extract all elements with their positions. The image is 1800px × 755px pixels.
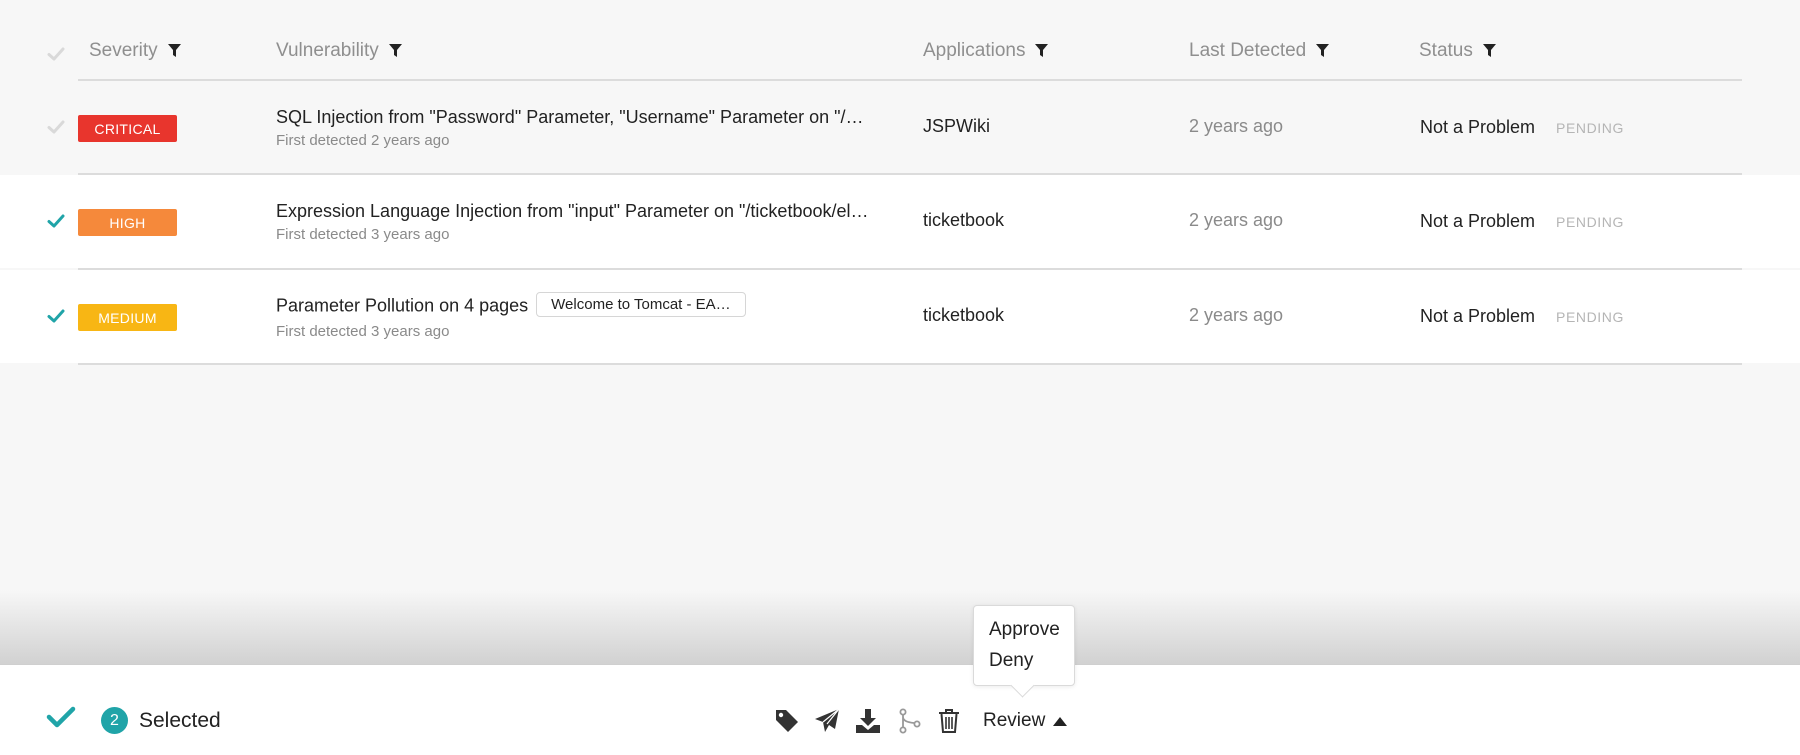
selected-label: Selected [139,709,221,732]
send-button[interactable] [813,707,841,735]
row-checkbox[interactable] [46,306,66,326]
column-last-detected-label: Last Detected [1189,40,1307,61]
status-text: Not a Problem [1420,306,1536,326]
row-divider [78,363,1742,365]
check-icon [47,47,65,61]
selected-count-badge: 2 [101,707,128,734]
last-detected: 2 years ago [1189,116,1284,136]
status-text: Not a Problem [1420,211,1536,231]
review-menu: Approve Deny [973,605,1075,686]
vulnerability-title[interactable]: Parameter Pollution on 4 pages [276,295,528,315]
filter-icon[interactable] [1482,44,1496,58]
tag-icon [776,710,798,732]
pending-label: PENDING [1556,214,1624,230]
bulk-action-bar: 2 Selected Review [0,664,1800,755]
check-icon [47,309,65,323]
last-detected: 2 years ago [1189,305,1284,325]
selected-check[interactable] [46,705,76,734]
column-severity-label: Severity [89,40,158,61]
filter-icon[interactable] [388,44,402,58]
send-icon [815,708,840,732]
vulnerability-subtitle: First detected 3 years ago [276,323,450,340]
column-last-detected[interactable]: Last Detected [1189,40,1330,62]
menu-item-deny[interactable]: Deny [989,650,1033,672]
vulnerability-title[interactable]: SQL Injection from "Password" Parameter,… [276,107,864,128]
check-icon [46,706,76,728]
download-icon [856,709,880,733]
status-text: Not a Problem [1420,117,1536,137]
download-button[interactable] [854,707,882,735]
severity-badge: CRITICAL [78,115,177,142]
delete-button[interactable] [935,707,963,735]
column-severity[interactable]: Severity [89,40,181,62]
vulnerability-title-wrap: Parameter Pollution on 4 pages Welcome to… [276,292,746,319]
review-label: Review [983,710,1046,731]
row-checkbox[interactable] [46,211,66,231]
pending-label: PENDING [1556,120,1624,136]
filter-icon[interactable] [1035,44,1049,58]
caret-up-icon [1053,716,1068,726]
select-all-checkbox[interactable] [46,44,66,64]
tag-button[interactable] [773,707,801,735]
column-applications-label: Applications [923,40,1026,61]
vulnerability-subtitle: First detected 3 years ago [276,226,450,243]
column-status[interactable]: Status [1419,40,1496,62]
application-name[interactable]: JSPWiki [923,116,990,137]
column-vulnerability-label: Vulnerability [276,40,379,61]
check-icon [47,120,65,134]
vulnerability-subtitle: First detected 2 years ago [276,132,450,149]
row-checkbox[interactable] [46,117,66,137]
application-name[interactable]: ticketbook [923,210,1004,231]
check-icon [47,214,65,228]
page-tag[interactable]: Welcome to Tomcat - EA… [536,292,746,317]
severity-badge: MEDIUM [78,304,177,331]
review-dropdown[interactable]: Review [983,710,1068,732]
table-row[interactable]: HIGH Expression Language Injection from … [0,175,1800,268]
merge-icon [899,708,921,734]
merge-button[interactable] [896,707,924,735]
last-detected: 2 years ago [1189,210,1284,230]
footer-shadow [0,590,1800,664]
column-applications[interactable]: Applications [923,40,1049,62]
menu-item-approve[interactable]: Approve [989,619,1060,641]
application-name[interactable]: ticketbook [923,305,1004,326]
table-row[interactable]: MEDIUM Parameter Pollution on 4 pages Wel… [0,270,1800,363]
filter-icon[interactable] [167,44,181,58]
pending-label: PENDING [1556,309,1624,325]
trash-icon [939,709,959,733]
column-status-label: Status [1419,40,1473,61]
vulnerability-title[interactable]: Expression Language Injection from "inpu… [276,201,869,222]
table-header: Severity Vulnerability Applications Last… [0,24,1800,80]
table-row[interactable]: CRITICAL SQL Injection from "Password" P… [0,81,1800,174]
column-vulnerability[interactable]: Vulnerability [276,40,402,62]
filter-icon[interactable] [1316,44,1330,58]
severity-badge: HIGH [78,209,177,236]
